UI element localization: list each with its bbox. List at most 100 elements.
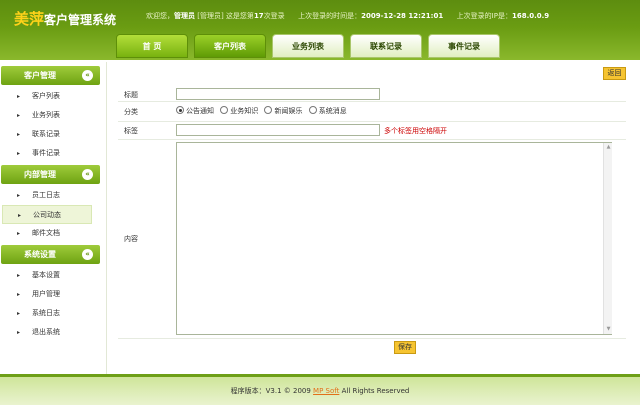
- sidebar-section-internal[interactable]: 内部管理 «: [1, 165, 100, 184]
- back-button[interactable]: 返回: [603, 67, 626, 80]
- sidebar: 客户管理 « ▸ 客户列表 ▸ 业务列表 ▸ 联系记录 ▸ 事件记录 内部管理 « ▸ 员…: [0, 66, 102, 342]
- sidebar-item-label: 系统日志: [32, 309, 60, 317]
- radio-announcement[interactable]: 公告通知: [176, 106, 214, 116]
- sidebar-item-user-management[interactable]: ▸ 用户管理: [2, 285, 92, 304]
- radio-label: 公告通知: [186, 107, 214, 115]
- bullet-icon: ▸: [17, 112, 21, 119]
- content-textarea[interactable]: [176, 142, 612, 335]
- section-title: 内部管理: [24, 170, 56, 179]
- content-row: 内容 ▲ ▼: [118, 140, 626, 339]
- radio-business-knowledge[interactable]: 业务知识: [220, 106, 258, 116]
- last-login-ip: 168.0.0.9: [511, 12, 550, 20]
- tags-label: 标签: [124, 127, 138, 135]
- sidebar-item-label: 事件记录: [32, 149, 60, 157]
- sidebar-item-business-list[interactable]: ▸ 业务列表: [2, 106, 92, 125]
- section-title: 系统设置: [24, 250, 56, 259]
- welcome-text: 欢迎您，: [146, 12, 174, 20]
- login-count-suffix: 次登录: [263, 12, 285, 20]
- sidebar-item-label: 联系记录: [32, 130, 60, 138]
- bullet-icon: ▸: [18, 212, 22, 219]
- sidebar-item-label: 业务列表: [32, 111, 60, 119]
- last-login-time: 2009-12-28 12:21:01: [361, 12, 444, 20]
- bullet-icon: ▸: [17, 310, 21, 317]
- radio-label: 系统消息: [318, 107, 347, 115]
- sidebar-divider: [106, 62, 107, 374]
- collapse-icon[interactable]: «: [82, 249, 93, 260]
- sidebar-item-label: 退出系统: [32, 328, 60, 336]
- sidebar-item-customer-list[interactable]: ▸ 客户列表: [2, 87, 92, 106]
- sidebar-item-system-log[interactable]: ▸ 系统日志: [2, 304, 92, 323]
- sidebar-item-mail-docs[interactable]: ▸ 邮件文档: [2, 224, 92, 243]
- tab-contact-records[interactable]: 联系记录: [350, 34, 422, 58]
- section-title: 客户管理: [24, 71, 56, 80]
- sidebar-section-customer[interactable]: 客户管理 «: [1, 66, 100, 85]
- user-role: [管理员]: [197, 12, 224, 20]
- radio-unchecked-icon: [308, 106, 317, 114]
- tab-customer-list[interactable]: 客户列表: [194, 34, 266, 58]
- sidebar-item-label: 公司动态: [33, 211, 61, 219]
- sidebar-item-label: 基本设置: [32, 271, 60, 279]
- header: 美萍客户管理系统 欢迎您，管理员 [管理员] 这是您第17次登录 上次登录的时间…: [0, 0, 640, 60]
- bullet-icon: ▸: [17, 272, 21, 279]
- sidebar-item-label: 用户管理: [32, 290, 60, 298]
- sidebar-item-staff-log[interactable]: ▸ 员工日志: [2, 186, 92, 205]
- bullet-icon: ▸: [17, 329, 21, 336]
- sidebar-item-label: 员工日志: [32, 191, 60, 199]
- tab-business-list[interactable]: 业务列表: [272, 34, 344, 58]
- category-row: 分类 公告通知 业务知识 新闻娱乐 系统消息: [118, 102, 626, 122]
- actions-row: 保存: [118, 339, 626, 357]
- sidebar-item-contact-records[interactable]: ▸ 联系记录: [2, 125, 92, 144]
- sidebar-section-settings[interactable]: 系统设置 «: [1, 245, 100, 264]
- login-count-prefix: 这是您第: [225, 12, 254, 20]
- bullet-icon: ▸: [17, 93, 21, 100]
- bullet-icon: ▸: [17, 150, 21, 157]
- tags-row: 标签 多个标签用空格隔开: [118, 122, 626, 140]
- bullet-icon: ▸: [17, 192, 21, 199]
- radio-checked-icon: [176, 106, 184, 114]
- radio-system-message[interactable]: 系统消息: [308, 106, 347, 116]
- radio-label: 新闻娱乐: [274, 107, 303, 115]
- collapse-icon[interactable]: «: [82, 169, 93, 180]
- category-radio-group: 公告通知 业务知识 新闻娱乐 系统消息: [176, 106, 351, 116]
- last-ip-label: 上次登录的IP是：: [456, 12, 512, 20]
- radio-unchecked-icon: [220, 106, 229, 114]
- sidebar-item-company-news[interactable]: ▸ 公司动态: [2, 205, 92, 224]
- footer-version: 程序版本：V3.1 © 2009: [230, 387, 314, 395]
- bullet-icon: ▸: [17, 131, 21, 138]
- login-count: 17: [253, 12, 264, 20]
- save-button[interactable]: 保存: [394, 341, 416, 354]
- bullet-icon: ▸: [17, 291, 21, 298]
- user-name: 管理员: [174, 12, 195, 20]
- tags-hint: 多个标签用空格隔开: [384, 127, 447, 135]
- sidebar-item-event-records[interactable]: ▸ 事件记录: [2, 144, 92, 163]
- title-input[interactable]: [176, 88, 380, 100]
- last-time-label: 上次登录的时间是：: [298, 12, 362, 20]
- content-scrollbar[interactable]: ▲ ▼: [603, 143, 612, 334]
- tab-home[interactable]: 首 页: [116, 34, 188, 58]
- sidebar-item-logout[interactable]: ▸ 退出系统: [2, 323, 92, 342]
- logo-title: 客户管理系统: [44, 13, 117, 27]
- news-form: 标题 分类 公告通知 业务知识 新闻娱乐 系统消息 标签 多个标签用空格隔开 内…: [118, 86, 626, 357]
- scroll-up-icon[interactable]: ▲: [605, 144, 612, 151]
- logo-brand: 美萍: [14, 10, 45, 28]
- app-logo: 美萍客户管理系统: [14, 8, 116, 29]
- login-info: 欢迎您，管理员 [管理员] 这是您第17次登录 上次登录的时间是：2009-12…: [146, 11, 549, 21]
- footer: 程序版本：V3.1 © 2009 MP Soft All Rights Rese…: [0, 377, 640, 405]
- title-label: 标题: [124, 91, 138, 99]
- footer-rights: All Rights Reserved: [339, 387, 410, 395]
- collapse-icon[interactable]: «: [82, 70, 93, 81]
- radio-unchecked-icon: [264, 106, 273, 114]
- content-label: 内容: [124, 235, 138, 243]
- bullet-icon: ▸: [17, 230, 21, 237]
- category-label: 分类: [124, 108, 138, 116]
- sidebar-item-basic-settings[interactable]: ▸ 基本设置: [2, 266, 92, 285]
- scroll-down-icon[interactable]: ▼: [605, 326, 612, 333]
- tags-input[interactable]: [176, 124, 380, 136]
- footer-company-link[interactable]: MP Soft: [313, 387, 339, 395]
- sidebar-item-label: 客户列表: [32, 92, 60, 100]
- radio-news-entertainment[interactable]: 新闻娱乐: [264, 106, 302, 116]
- title-row: 标题: [118, 86, 626, 102]
- tab-event-records[interactable]: 事件记录: [428, 34, 500, 58]
- sidebar-item-label: 邮件文档: [32, 229, 60, 237]
- radio-label: 业务知识: [230, 107, 259, 115]
